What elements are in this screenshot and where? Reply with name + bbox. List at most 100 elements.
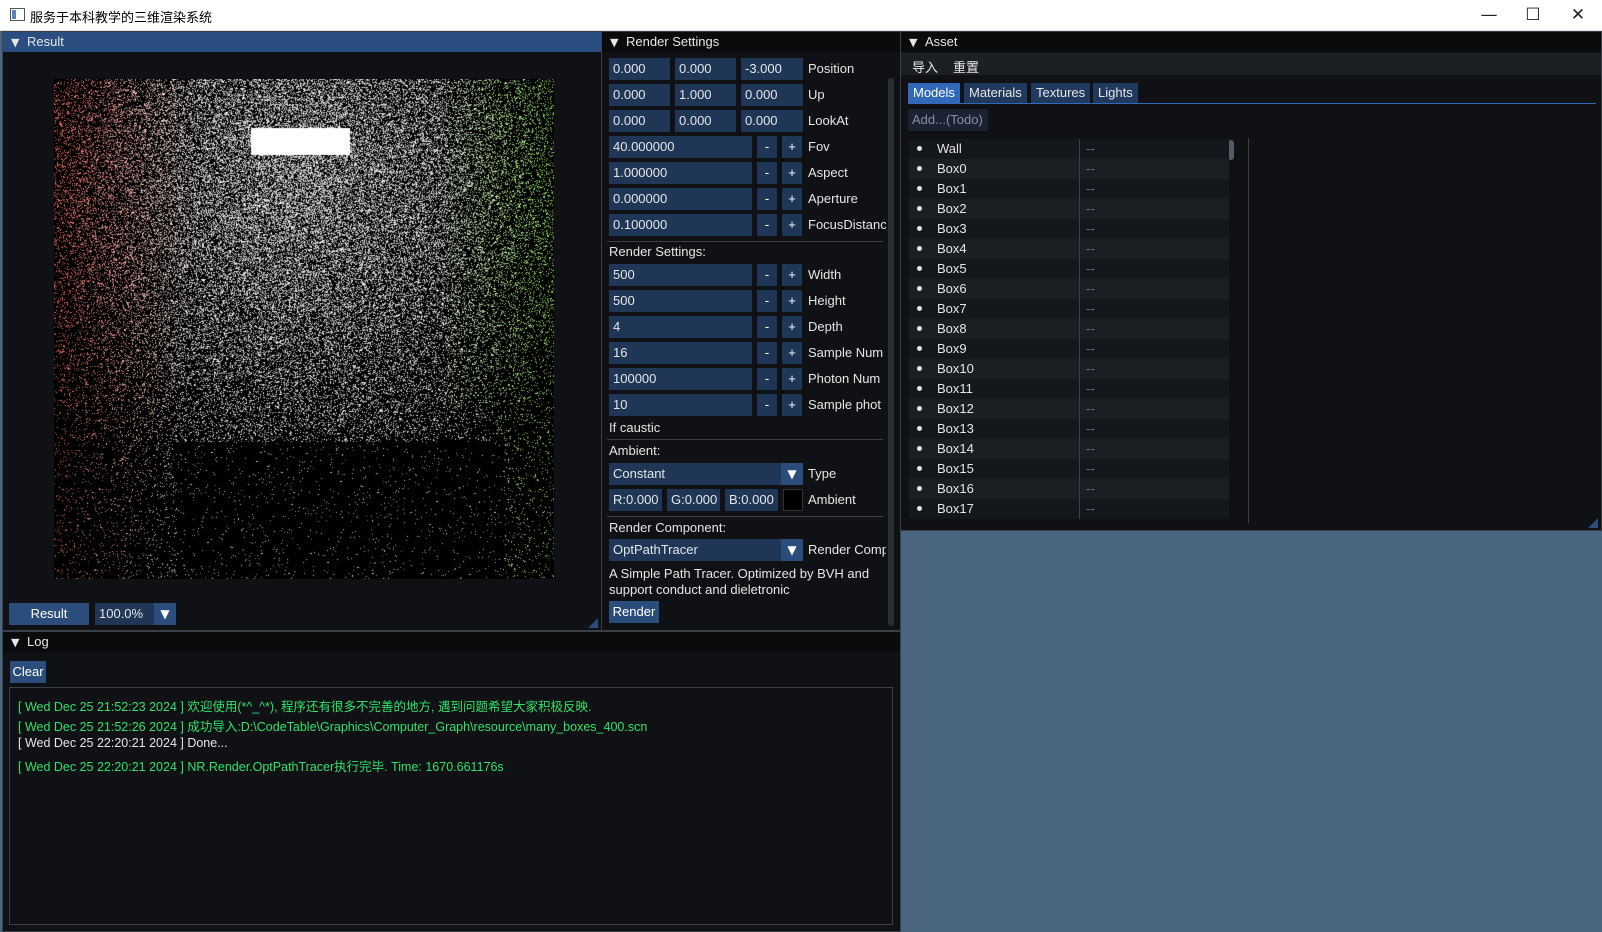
tab-materials[interactable]: Materials bbox=[964, 83, 1027, 103]
model-row[interactable]: Box16 -- bbox=[909, 479, 1229, 499]
width-field[interactable]: 500 bbox=[609, 264, 752, 286]
up-x-field[interactable]: 0.000 bbox=[609, 84, 670, 106]
column-divider bbox=[1079, 159, 1080, 179]
photon-num-decrement-button[interactable]: - bbox=[757, 368, 777, 390]
ambient-b-field[interactable]: B:0.000 bbox=[725, 489, 778, 511]
model-row[interactable]: Box7 -- bbox=[909, 299, 1229, 319]
sample-num-decrement-button[interactable]: - bbox=[757, 342, 777, 364]
model-row[interactable]: Box5 -- bbox=[909, 259, 1229, 279]
settings-scrollbar[interactable] bbox=[888, 78, 894, 626]
ambient-g-field[interactable]: G:0.000 bbox=[667, 489, 720, 511]
height-field[interactable]: 500 bbox=[609, 290, 752, 312]
collapse-triangle-icon[interactable]: ▼ bbox=[610, 33, 618, 53]
model-row[interactable]: Box4 -- bbox=[909, 239, 1229, 259]
lookat-x-field[interactable]: 0.000 bbox=[609, 110, 670, 132]
zoom-select[interactable]: 100.0% bbox=[95, 603, 155, 625]
position-x-field[interactable]: 0.000 bbox=[609, 58, 670, 80]
asset-panel-header[interactable]: ▼ Asset bbox=[901, 32, 1601, 52]
model-row[interactable]: Box17 -- bbox=[909, 499, 1229, 519]
width-decrement-button[interactable]: - bbox=[757, 264, 777, 286]
model-name: Box17 bbox=[937, 501, 974, 516]
menu-reset[interactable]: 重置 bbox=[953, 57, 979, 76]
aperture-increment-button[interactable]: + bbox=[782, 188, 802, 210]
result-panel-header[interactable]: ▼ Result bbox=[3, 32, 601, 52]
lookat-y-field[interactable]: 0.000 bbox=[675, 110, 736, 132]
fov-decrement-button[interactable]: - bbox=[757, 136, 777, 158]
model-row[interactable]: Box11 -- bbox=[909, 379, 1229, 399]
focus-distance-increment-button[interactable]: + bbox=[782, 214, 802, 236]
close-button[interactable]: ✕ bbox=[1556, 0, 1600, 30]
aspect-increment-button[interactable]: + bbox=[782, 162, 802, 184]
model-row[interactable]: Wall -- bbox=[909, 139, 1229, 159]
result-view-button[interactable]: Result bbox=[9, 603, 89, 625]
model-row[interactable]: Box14 -- bbox=[909, 439, 1229, 459]
model-row[interactable]: Box0 -- bbox=[909, 159, 1229, 179]
chevron-down-icon[interactable]: ▼ bbox=[781, 463, 803, 485]
model-row[interactable]: Box10 -- bbox=[909, 359, 1229, 379]
position-y-field[interactable]: 0.000 bbox=[675, 58, 736, 80]
height-decrement-button[interactable]: - bbox=[757, 290, 777, 312]
render-settings-header[interactable]: ▼ Render Settings bbox=[602, 32, 900, 52]
tab-lights[interactable]: Lights bbox=[1093, 83, 1138, 103]
sample-num-increment-button[interactable]: + bbox=[782, 342, 802, 364]
model-name: Box2 bbox=[937, 201, 967, 216]
tab-textures[interactable]: Textures bbox=[1031, 83, 1091, 103]
depth-decrement-button[interactable]: - bbox=[757, 316, 777, 338]
focus-distance-label: FocusDistanc bbox=[808, 217, 886, 232]
fov-increment-button[interactable]: + bbox=[782, 136, 802, 158]
up-z-field[interactable]: 0.000 bbox=[741, 84, 803, 106]
depth-field[interactable]: 4 bbox=[609, 316, 752, 338]
collapse-triangle-icon[interactable]: ▼ bbox=[11, 633, 19, 653]
minimize-button[interactable]: — bbox=[1467, 0, 1511, 30]
ambient-r-field[interactable]: R:0.000 bbox=[609, 489, 662, 511]
model-row[interactable]: Box1 -- bbox=[909, 179, 1229, 199]
model-row[interactable]: Box8 -- bbox=[909, 319, 1229, 339]
menu-import[interactable]: 导入 bbox=[912, 57, 938, 76]
aspect-field[interactable]: 1.000000 bbox=[609, 162, 752, 184]
aperture-decrement-button[interactable]: - bbox=[757, 188, 777, 210]
resize-grip[interactable] bbox=[1588, 518, 1598, 528]
ambient-color-swatch[interactable] bbox=[783, 489, 803, 511]
depth-increment-button[interactable]: + bbox=[782, 316, 802, 338]
up-y-field[interactable]: 1.000 bbox=[675, 84, 736, 106]
chevron-down-icon[interactable]: ▼ bbox=[154, 603, 176, 625]
position-z-field[interactable]: -3.000 bbox=[741, 58, 803, 80]
render-button[interactable]: Render bbox=[609, 601, 659, 623]
aperture-field[interactable]: 0.000000 bbox=[609, 188, 752, 210]
resize-grip[interactable] bbox=[588, 618, 598, 628]
sample-num-field[interactable]: 16 bbox=[609, 342, 752, 364]
model-row[interactable]: Box12 -- bbox=[909, 399, 1229, 419]
sample-photon-decrement-button[interactable]: - bbox=[757, 394, 777, 416]
model-row[interactable]: Box9 -- bbox=[909, 339, 1229, 359]
collapse-triangle-icon[interactable]: ▼ bbox=[11, 33, 19, 53]
add-model-button[interactable]: Add...(Todo) bbox=[908, 109, 988, 131]
photon-num-increment-button[interactable]: + bbox=[782, 368, 802, 390]
render-component-select[interactable]: OptPathTracer bbox=[609, 539, 783, 561]
lookat-z-field[interactable]: 0.000 bbox=[741, 110, 803, 132]
model-row[interactable]: Box2 -- bbox=[909, 199, 1229, 219]
focus-distance-field[interactable]: 0.100000 bbox=[609, 214, 752, 236]
focus-distance-decrement-button[interactable]: - bbox=[757, 214, 777, 236]
collapse-triangle-icon[interactable]: ▼ bbox=[909, 33, 917, 53]
fov-field[interactable]: 40.000000 bbox=[609, 136, 752, 158]
sample-photon-field[interactable]: 10 bbox=[609, 394, 752, 416]
model-value: -- bbox=[1086, 341, 1095, 356]
render-component-section-label: Render Component: bbox=[609, 520, 727, 535]
log-panel-header[interactable]: ▼ Log bbox=[3, 632, 900, 652]
ambient-type-select[interactable]: Constant bbox=[609, 463, 783, 485]
aspect-decrement-button[interactable]: - bbox=[757, 162, 777, 184]
chevron-down-icon[interactable]: ▼ bbox=[781, 539, 803, 561]
height-increment-button[interactable]: + bbox=[782, 290, 802, 312]
if-caustic-checkbox-label[interactable]: If caustic bbox=[609, 420, 660, 435]
photon-num-field[interactable]: 100000 bbox=[609, 368, 752, 390]
model-row[interactable]: Box13 -- bbox=[909, 419, 1229, 439]
maximize-button[interactable]: ☐ bbox=[1511, 0, 1555, 30]
model-row[interactable]: Box3 -- bbox=[909, 219, 1229, 239]
model-row[interactable]: Box15 -- bbox=[909, 459, 1229, 479]
bullet-icon bbox=[917, 346, 922, 351]
width-increment-button[interactable]: + bbox=[782, 264, 802, 286]
tab-models[interactable]: Models bbox=[908, 83, 960, 103]
model-row[interactable]: Box6 -- bbox=[909, 279, 1229, 299]
clear-log-button[interactable]: Clear bbox=[10, 661, 46, 683]
sample-photon-increment-button[interactable]: + bbox=[782, 394, 802, 416]
